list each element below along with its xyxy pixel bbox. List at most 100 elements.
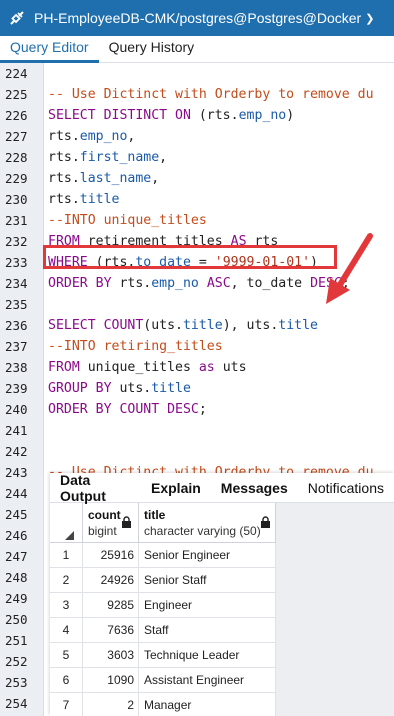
code-token: (rts. xyxy=(190,108,239,123)
code-token: title xyxy=(182,318,223,333)
table-row[interactable]: 4 7636 Staff xyxy=(50,618,276,643)
code-text: rts.last_name, xyxy=(48,168,159,189)
line-number: 231 xyxy=(5,213,28,228)
line-number: 233 xyxy=(5,255,28,270)
code-line[interactable]: 242 xyxy=(0,441,394,462)
code-line[interactable]: 241 xyxy=(0,420,394,441)
code-text: SELECT DISTINCT ON (rts.emp_no) xyxy=(48,105,294,126)
line-number: 241 xyxy=(5,423,28,438)
count-cell[interactable]: 25916 xyxy=(83,543,139,568)
title-cell[interactable]: Senior Staff xyxy=(139,568,276,593)
code-token: emp_no xyxy=(151,276,199,291)
table-row[interactable]: 3 9285 Engineer xyxy=(50,593,276,618)
code-token: -- Use Dictinct with Orderby to remove d… xyxy=(48,87,374,102)
code-token: title xyxy=(151,381,191,396)
line-number: 235 xyxy=(5,297,28,312)
code-token: title xyxy=(278,318,318,333)
line-number: 237 xyxy=(5,339,28,354)
table-row[interactable]: 1 25916 Senior Engineer xyxy=(50,543,276,568)
code-line[interactable]: 225 -- Use Dictinct with Orderby to remov… xyxy=(0,84,394,105)
chevron-down-icon[interactable]: ❯ xyxy=(365,12,374,25)
line-number: 228 xyxy=(5,150,28,165)
table-row[interactable]: 2 24926 Senior Staff xyxy=(50,568,276,593)
code-line[interactable]: 239 GROUP BY uts.title xyxy=(0,378,394,399)
tab-notifications[interactable]: Notifications xyxy=(298,480,394,496)
code-text: rts.emp_no, xyxy=(48,126,135,147)
code-line[interactable]: 238 FROM unique_titles as uts xyxy=(0,357,394,378)
line-number: 242 xyxy=(5,444,28,459)
tab-messages[interactable]: Messages xyxy=(211,480,298,496)
connection-label: PH-EmployeeDB-CMK/postgres@Postgres@Dock… xyxy=(34,10,362,26)
tab-explain[interactable]: Explain xyxy=(141,480,211,496)
line-number: 224 xyxy=(5,66,28,81)
code-line[interactable]: 226 SELECT DISTINCT ON (rts.emp_no) xyxy=(0,105,394,126)
connection-bar[interactable]: PH-EmployeeDB-CMK/postgres@Postgres@Dock… xyxy=(0,0,394,36)
code-token: last_name xyxy=(79,171,152,186)
code-text: --INTO retiring_titles xyxy=(48,336,223,357)
tab-query-editor[interactable]: Query Editor xyxy=(0,36,99,63)
tab-data-output[interactable]: Data Output xyxy=(50,472,141,504)
count-cell[interactable]: 24926 xyxy=(83,568,139,593)
code-token: ), uts. xyxy=(222,318,279,333)
line-number: 234 xyxy=(5,276,28,291)
row-number-cell[interactable]: 2 xyxy=(50,568,83,593)
line-number: 240 xyxy=(5,402,28,417)
row-number-cell[interactable]: 7 xyxy=(50,693,83,716)
code-token: emp_no xyxy=(79,129,128,144)
column-name: title xyxy=(144,508,166,522)
table-row[interactable]: 7 2 Manager xyxy=(50,693,276,716)
column-header-title[interactable]: title character varying (50) xyxy=(139,503,276,543)
row-number-cell[interactable]: 6 xyxy=(50,668,83,693)
grid-empty-area xyxy=(276,503,394,716)
code-token: rts. xyxy=(48,150,80,165)
row-number-header[interactable] xyxy=(50,503,83,543)
line-number: 247 xyxy=(5,549,28,564)
tab-query-history[interactable]: Query History xyxy=(99,36,205,63)
code-line[interactable]: 229 rts.last_name, xyxy=(0,168,394,189)
count-cell[interactable]: 9285 xyxy=(83,593,139,618)
code-line[interactable]: 227 rts.emp_no, xyxy=(0,126,394,147)
code-line[interactable]: 240 ORDER BY COUNT DESC; xyxy=(0,399,394,420)
code-token: first_name xyxy=(79,150,160,165)
line-number: 254 xyxy=(5,696,28,711)
code-token: ORDER BY xyxy=(48,276,112,291)
line-number: 226 xyxy=(5,108,28,123)
code-token: ORDER BY COUNT DESC xyxy=(48,402,199,417)
editor-tabs: Query Editor Query History xyxy=(0,36,394,63)
line-number: 245 xyxy=(5,507,28,522)
row-number-cell[interactable]: 1 xyxy=(50,543,83,568)
line-number: 253 xyxy=(5,675,28,690)
title-cell[interactable]: Manager xyxy=(139,693,276,716)
code-line[interactable]: 228 rts.first_name, xyxy=(0,147,394,168)
row-number-cell[interactable]: 4 xyxy=(50,618,83,643)
count-cell[interactable]: 2 xyxy=(83,693,139,716)
code-line[interactable]: 230 rts.title xyxy=(0,189,394,210)
title-cell[interactable]: Assistant Engineer xyxy=(139,668,276,693)
code-token: ASC xyxy=(206,276,231,291)
code-token: rts. xyxy=(48,171,80,186)
connection-plug-icon xyxy=(0,0,34,36)
column-type: character varying (50) xyxy=(144,524,261,538)
code-line[interactable]: 237 --INTO retiring_titles xyxy=(0,336,394,357)
count-cell[interactable]: 1090 xyxy=(83,668,139,693)
row-number-cell[interactable]: 3 xyxy=(50,593,83,618)
code-text: ORDER BY COUNT DESC; xyxy=(48,399,207,420)
count-cell[interactable]: 7636 xyxy=(83,618,139,643)
row-number-cell[interactable]: 5 xyxy=(50,643,83,668)
title-cell[interactable]: Technique Leader xyxy=(139,643,276,668)
column-header-count[interactable]: count bigint xyxy=(83,503,139,543)
results-panel: Data Output Explain Messages Notificatio… xyxy=(50,472,394,716)
title-cell[interactable]: Staff xyxy=(139,618,276,643)
table-row[interactable]: 6 1090 Assistant Engineer xyxy=(50,668,276,693)
code-line[interactable]: 224 xyxy=(0,63,394,84)
table-row[interactable]: 5 3603 Technique Leader xyxy=(50,643,276,668)
lock-icon xyxy=(122,516,131,528)
code-token: uts. xyxy=(111,381,152,396)
title-cell[interactable]: Senior Engineer xyxy=(139,543,276,568)
code-token: , xyxy=(151,171,160,186)
count-cell[interactable]: 3603 xyxy=(83,643,139,668)
code-line[interactable]: 236 SELECT COUNT(uts.title), uts.title xyxy=(0,315,394,336)
title-cell[interactable]: Engineer xyxy=(139,593,276,618)
code-token: ; xyxy=(198,402,207,417)
